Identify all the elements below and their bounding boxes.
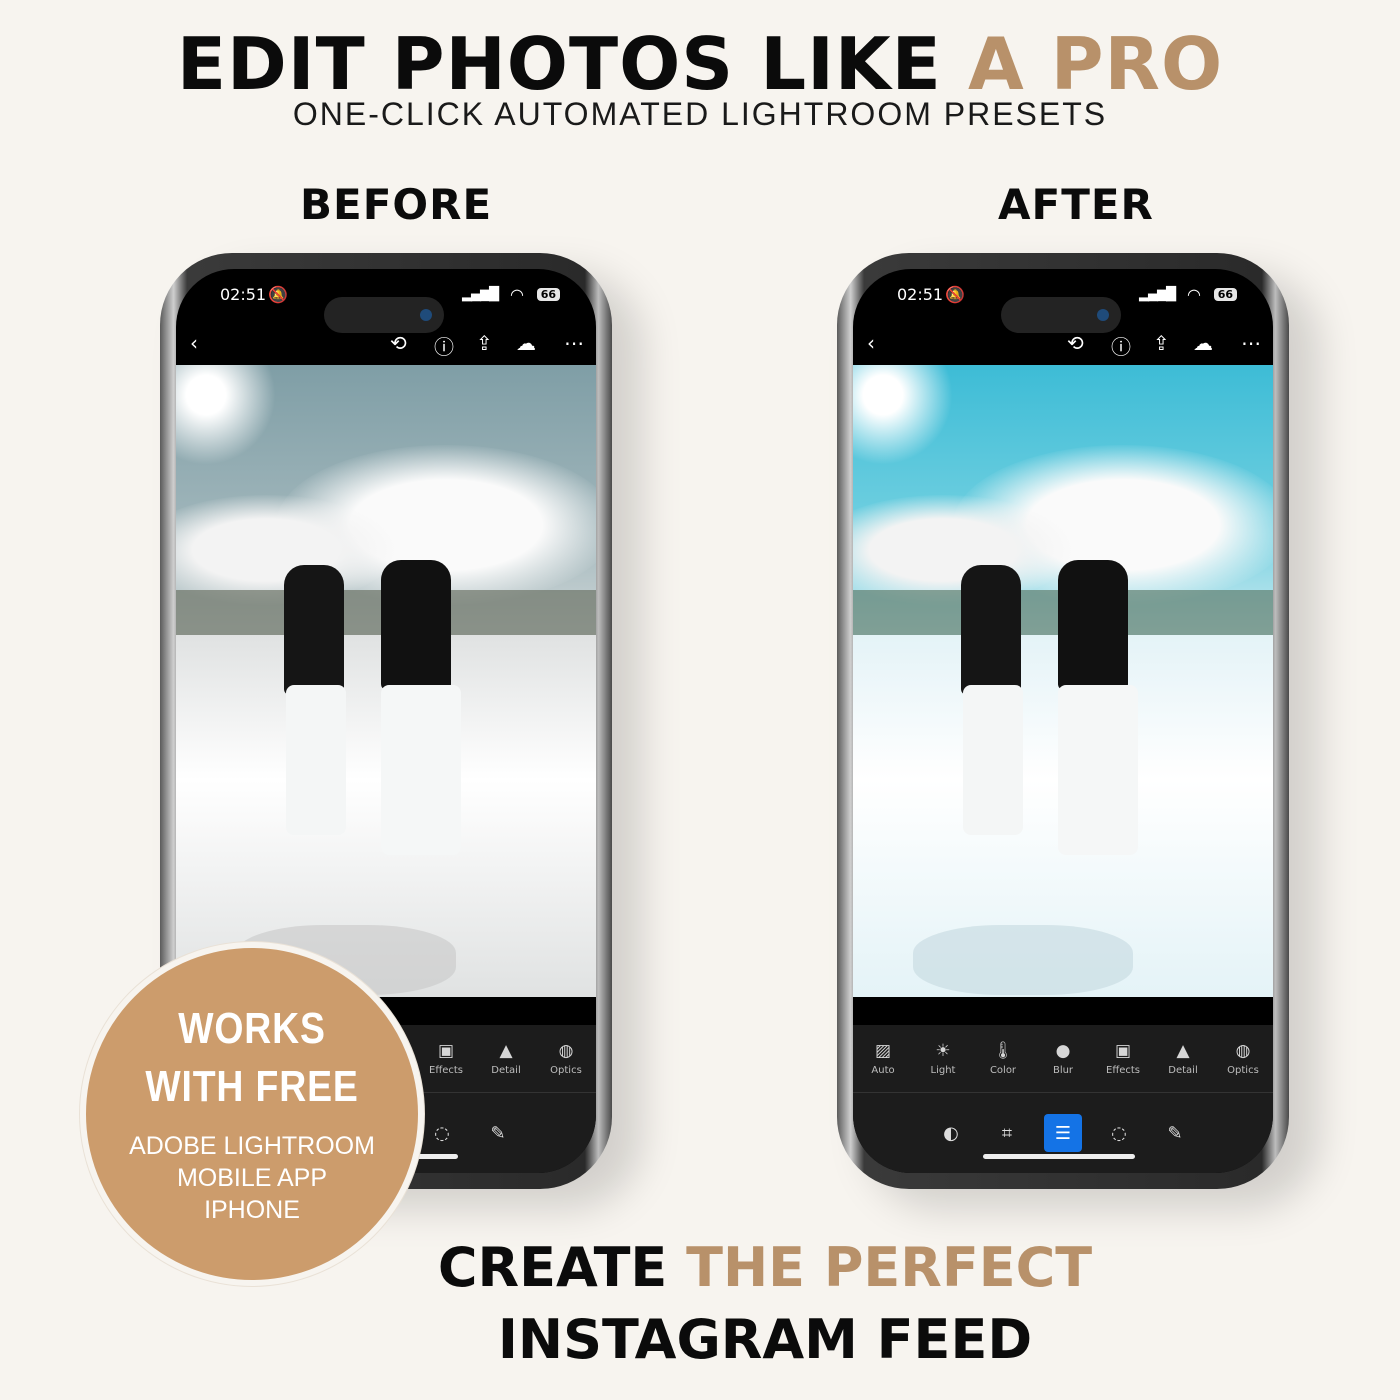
tool-detail[interactable]: ▲ Detail [1157, 1041, 1209, 1076]
history-icon[interactable]: ⟲ [390, 331, 407, 355]
tool-label: Color [989, 1065, 1017, 1076]
triangle-icon: ▲ [1176, 1041, 1190, 1061]
tool-effects[interactable]: ▣ Effects [420, 1041, 472, 1076]
footer-line-2: INSTAGRAM FEED [497, 1308, 1033, 1371]
phone-after: 02:51 🔕 ▂▄▆█ ◠ 66 ‹ ⟲ ⓘ ⇪ ☁ ⋯ ▨ Auto ☀ Light 🌡 Col… [837, 253, 1289, 1189]
tool-optics[interactable]: ◍ Optics [1217, 1041, 1269, 1076]
masking-button[interactable]: ◌ [423, 1114, 461, 1152]
healing-icon: ✎ [1167, 1122, 1183, 1144]
badge-line: MOBILE APP [176, 1164, 328, 1192]
tool-effects[interactable]: ▣ Effects [1097, 1041, 1149, 1076]
crop-icon: ⌗ [1001, 1122, 1013, 1144]
editor-top-bar: ‹ ⟲ ⓘ ⇪ ☁ ⋯ [853, 331, 1273, 361]
before-label: BEFORE [300, 180, 493, 229]
camera-icon [1097, 309, 1109, 321]
healing-button[interactable]: ✎ [479, 1114, 517, 1152]
wifi-icon: ◠ [1187, 285, 1201, 304]
after-label: AFTER [998, 180, 1154, 229]
tool-label: Light [930, 1065, 956, 1076]
lens-icon: ◍ [558, 1041, 574, 1061]
badge-line: IPHONE [204, 1196, 300, 1224]
battery-icon: 66 [1213, 288, 1237, 301]
masking-icon: ◌ [434, 1122, 450, 1144]
sun-icon: ☀ [935, 1041, 951, 1061]
silent-bell-icon: 🔕 [945, 285, 965, 304]
home-indicator[interactable] [983, 1154, 1135, 1159]
lens-icon: ◍ [1235, 1041, 1251, 1061]
status-bar: 02:51 🔕 ▂▄▆█ ◠ 66 [176, 285, 596, 333]
help-icon[interactable]: ⓘ [434, 331, 454, 360]
presets-icon: ◐ [943, 1122, 959, 1144]
edited-photo [853, 365, 1273, 997]
signal-icon: ▂▄▆█ [462, 287, 499, 302]
headline-accent: A PRO [967, 22, 1224, 106]
triangle-icon: ▲ [499, 1041, 513, 1061]
vignette-icon: ▣ [1114, 1041, 1132, 1061]
headline-main: EDIT PHOTOS LIKE [176, 22, 968, 106]
vignette-icon: ▣ [437, 1041, 455, 1061]
tool-light[interactable]: ☀ Light [917, 1041, 969, 1076]
badge-line: ADOBE LIGHTROOM [129, 1132, 375, 1160]
share-icon[interactable]: ⇪ [476, 331, 493, 355]
footer-main: CREATE [437, 1236, 687, 1299]
tool-label: Optics [550, 1065, 582, 1076]
battery-icon: 66 [536, 288, 560, 301]
status-bar: 02:51 🔕 ▂▄▆█ ◠ 66 [853, 285, 1273, 333]
drop-icon: ● [1055, 1041, 1071, 1061]
tool-label: Effects [1106, 1065, 1140, 1076]
edit-sliders-icon: ☰ [1054, 1122, 1072, 1144]
dynamic-island [1001, 297, 1121, 333]
tool-detail[interactable]: ▲ Detail [480, 1041, 532, 1076]
edit-tools-bar: ▨ Auto ☀ Light 🌡 Color ● Blur ▣ Effects ▲ Detail ◍ Op… [853, 1025, 1273, 1093]
presets-button[interactable]: ◐ [932, 1114, 970, 1152]
more-icon[interactable]: ⋯ [564, 331, 584, 355]
edit-sliders-button[interactable]: ☰ [1044, 1114, 1082, 1152]
mode-bar: ◐ ⌗ ☰ ◌ ✎ [853, 1093, 1273, 1173]
thermometer-icon: 🌡 [992, 1041, 1014, 1061]
healing-icon: ✎ [490, 1122, 506, 1144]
auto-icon: ▨ [874, 1041, 892, 1061]
back-icon[interactable]: ‹ [867, 331, 875, 355]
tool-label: Optics [1227, 1065, 1259, 1076]
compatibility-badge: WORKS WITH FREE ADOBE LIGHTROOM MOBILE A… [80, 942, 424, 1286]
tool-color[interactable]: 🌡 Color [977, 1041, 1029, 1076]
masking-button[interactable]: ◌ [1100, 1114, 1138, 1152]
silent-bell-icon: 🔕 [268, 285, 288, 304]
tool-label: Blur [1052, 1065, 1074, 1076]
editor-top-bar: ‹ ⟲ ⓘ ⇪ ☁ ⋯ [176, 331, 596, 361]
tool-label: Auto [871, 1065, 895, 1076]
badge-details: ADOBE LIGHTROOM MOBILE APP IPHONE [86, 1130, 418, 1226]
wifi-icon: ◠ [510, 285, 524, 304]
crop-button[interactable]: ⌗ [988, 1114, 1026, 1152]
badge-line: WORKS [178, 1004, 326, 1053]
healing-button[interactable]: ✎ [1156, 1114, 1194, 1152]
signal-icon: ▂▄▆█ [1139, 287, 1176, 302]
cloud-sync-icon[interactable]: ☁ [1193, 331, 1213, 355]
dynamic-island [324, 297, 444, 333]
headline: EDIT PHOTOS LIKE A PRO [0, 22, 1400, 106]
phone-screen: 02:51 🔕 ▂▄▆█ ◠ 66 ‹ ⟲ ⓘ ⇪ ☁ ⋯ ▨ Auto ☀ Light 🌡 Col… [853, 269, 1273, 1173]
history-icon[interactable]: ⟲ [1067, 331, 1084, 355]
original-photo [176, 365, 596, 997]
tool-auto[interactable]: ▨ Auto [857, 1041, 909, 1076]
share-icon[interactable]: ⇪ [1153, 331, 1170, 355]
subtitle: ONE-CLICK AUTOMATED LIGHTROOM PRESETS [292, 96, 1108, 132]
masking-icon: ◌ [1111, 1122, 1127, 1144]
camera-icon [420, 309, 432, 321]
tool-optics[interactable]: ◍ Optics [540, 1041, 592, 1076]
footer-line-1: CREATE THE PERFECT [380, 1236, 1150, 1299]
cloud-sync-icon[interactable]: ☁ [516, 331, 536, 355]
back-icon[interactable]: ‹ [190, 331, 198, 355]
badge-line: WITH FREE [145, 1062, 359, 1111]
clock: 02:51 [220, 285, 267, 304]
more-icon[interactable]: ⋯ [1241, 331, 1261, 355]
footer-accent: THE PERFECT [686, 1236, 1093, 1299]
clock: 02:51 [897, 285, 944, 304]
tool-label: Effects [429, 1065, 463, 1076]
tool-label: Detail [1168, 1065, 1198, 1076]
tool-label: Detail [491, 1065, 521, 1076]
tool-blur[interactable]: ● Blur [1037, 1041, 1089, 1076]
help-icon[interactable]: ⓘ [1111, 331, 1131, 360]
